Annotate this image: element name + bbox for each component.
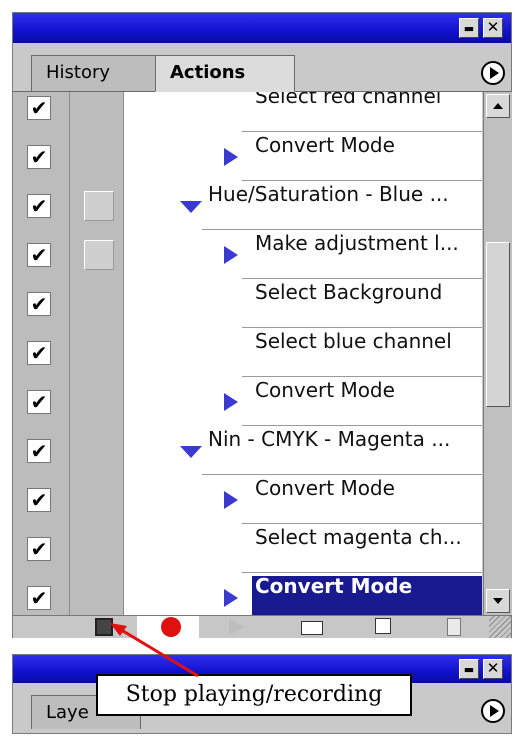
toggle-item-column: ✔ ✔ ✔ ✔ ✔ ✔ ✔ ✔ ✔ ✔ ✔ — [13, 92, 70, 615]
row-divider — [242, 523, 482, 524]
collapsed-triangle-icon[interactable] — [224, 246, 238, 264]
toggle-dialog-column — [70, 92, 124, 615]
action-label: Select Background — [255, 280, 443, 304]
toggle-item-checkbox[interactable]: ✔ — [27, 341, 51, 365]
row-divider — [242, 278, 482, 279]
action-step-row[interactable]: Select magenta ch... — [124, 525, 482, 573]
delete-button[interactable] — [447, 618, 461, 636]
close-icon: ✕ — [486, 18, 500, 36]
action-label: Convert Mode — [255, 574, 413, 598]
close-button[interactable]: ✕ — [483, 18, 503, 38]
collapsed-triangle-icon[interactable] — [224, 589, 238, 607]
action-step-row[interactable]: Select Background — [124, 280, 482, 328]
row-divider — [242, 131, 482, 132]
action-step-row[interactable]: Convert Mode — [124, 378, 482, 426]
action-label: Make adjustment l... — [255, 231, 459, 255]
toggle-item-checkbox[interactable]: ✔ — [27, 292, 51, 316]
collapsed-triangle-icon[interactable] — [224, 148, 238, 166]
expanded-triangle-icon[interactable] — [180, 201, 202, 213]
action-row[interactable]: Hue/Saturation - Blue ... — [124, 182, 482, 230]
toggle-dialog-checkbox[interactable] — [84, 191, 114, 221]
actions-toolbar — [13, 615, 511, 638]
new-set-button[interactable] — [301, 621, 323, 635]
vertical-scrollbar[interactable] — [483, 92, 512, 615]
toggle-item-checkbox[interactable]: ✔ — [27, 96, 51, 120]
action-label: Convert Mode — [255, 476, 395, 500]
stop-button[interactable] — [95, 618, 113, 636]
action-row[interactable]: Nin - CMYK - Magenta ... — [124, 427, 482, 475]
action-step-row[interactable]: Convert Mode — [124, 574, 482, 615]
tab-history[interactable]: History — [31, 55, 156, 91]
row-divider — [242, 376, 482, 377]
toggle-item-checkbox[interactable]: ✔ — [27, 439, 51, 463]
scroll-up-button[interactable] — [486, 94, 510, 118]
toggle-item-checkbox[interactable]: ✔ — [27, 243, 51, 267]
toggle-item-checkbox[interactable]: ✔ — [27, 488, 51, 512]
expanded-triangle-icon[interactable] — [180, 446, 202, 458]
toggle-item-checkbox[interactable]: ✔ — [27, 194, 51, 218]
collapsed-triangle-icon[interactable] — [224, 393, 238, 411]
panel-menu-icon[interactable] — [481, 61, 505, 85]
minimize-icon: ▬ — [463, 663, 475, 676]
play-button[interactable] — [229, 619, 245, 635]
tab-actions[interactable]: Actions — [155, 55, 295, 92]
collapsed-triangle-icon[interactable] — [224, 491, 238, 509]
action-label: Convert Mode — [255, 133, 395, 157]
toggle-item-checkbox[interactable]: ✔ — [27, 145, 51, 169]
action-label: Select magenta ch... — [255, 525, 462, 549]
action-step-row[interactable]: Convert Mode — [124, 476, 482, 524]
toggle-item-checkbox[interactable]: ✔ — [27, 586, 51, 610]
layers-minimize-button[interactable]: ▬ — [459, 659, 479, 679]
close-icon: ✕ — [486, 659, 500, 677]
toggle-item-checkbox[interactable]: ✔ — [27, 537, 51, 561]
panel-title-bar[interactable]: ▬ ✕ — [13, 13, 511, 43]
resize-grip[interactable] — [489, 616, 511, 638]
tab-bar: History Actions — [13, 43, 511, 92]
minimize-button[interactable]: ▬ — [459, 18, 479, 38]
actions-panel: ▬ ✕ History Actions ✔ ✔ ✔ ✔ ✔ ✔ ✔ ✔ ✔ ✔ ✔ Select r… — [12, 12, 512, 638]
row-divider — [242, 180, 482, 181]
layers-menu-icon[interactable] — [481, 699, 505, 723]
row-divider — [242, 572, 482, 573]
actions-list: Select red channel Convert Mode Hue/Satura… — [124, 92, 482, 615]
row-divider — [242, 425, 482, 426]
action-step-row[interactable]: Convert Mode — [124, 133, 482, 181]
layers-close-button[interactable]: ✕ — [483, 659, 503, 679]
action-label: Select red channel — [255, 92, 442, 108]
toggle-dialog-checkbox[interactable] — [84, 240, 114, 270]
new-action-button[interactable] — [375, 618, 391, 634]
action-label: Nin - CMYK - Magenta ... — [208, 427, 451, 451]
action-step-row[interactable]: Make adjustment l... — [124, 231, 482, 279]
action-step-row[interactable]: Select blue channel — [124, 329, 482, 377]
action-label: Convert Mode — [255, 378, 395, 402]
scroll-thumb[interactable] — [486, 242, 510, 407]
action-label: Hue/Saturation - Blue ... — [208, 182, 449, 206]
row-divider — [242, 327, 482, 328]
record-button[interactable] — [161, 617, 181, 637]
scroll-down-button[interactable] — [486, 589, 510, 613]
action-step-row[interactable]: Select red channel — [124, 92, 482, 132]
action-label: Select blue channel — [255, 329, 452, 353]
toggle-item-checkbox[interactable]: ✔ — [27, 390, 51, 414]
row-divider — [202, 474, 482, 475]
minimize-icon: ▬ — [463, 22, 475, 35]
row-divider — [202, 229, 482, 230]
tooltip: Stop playing/recording — [96, 674, 412, 716]
